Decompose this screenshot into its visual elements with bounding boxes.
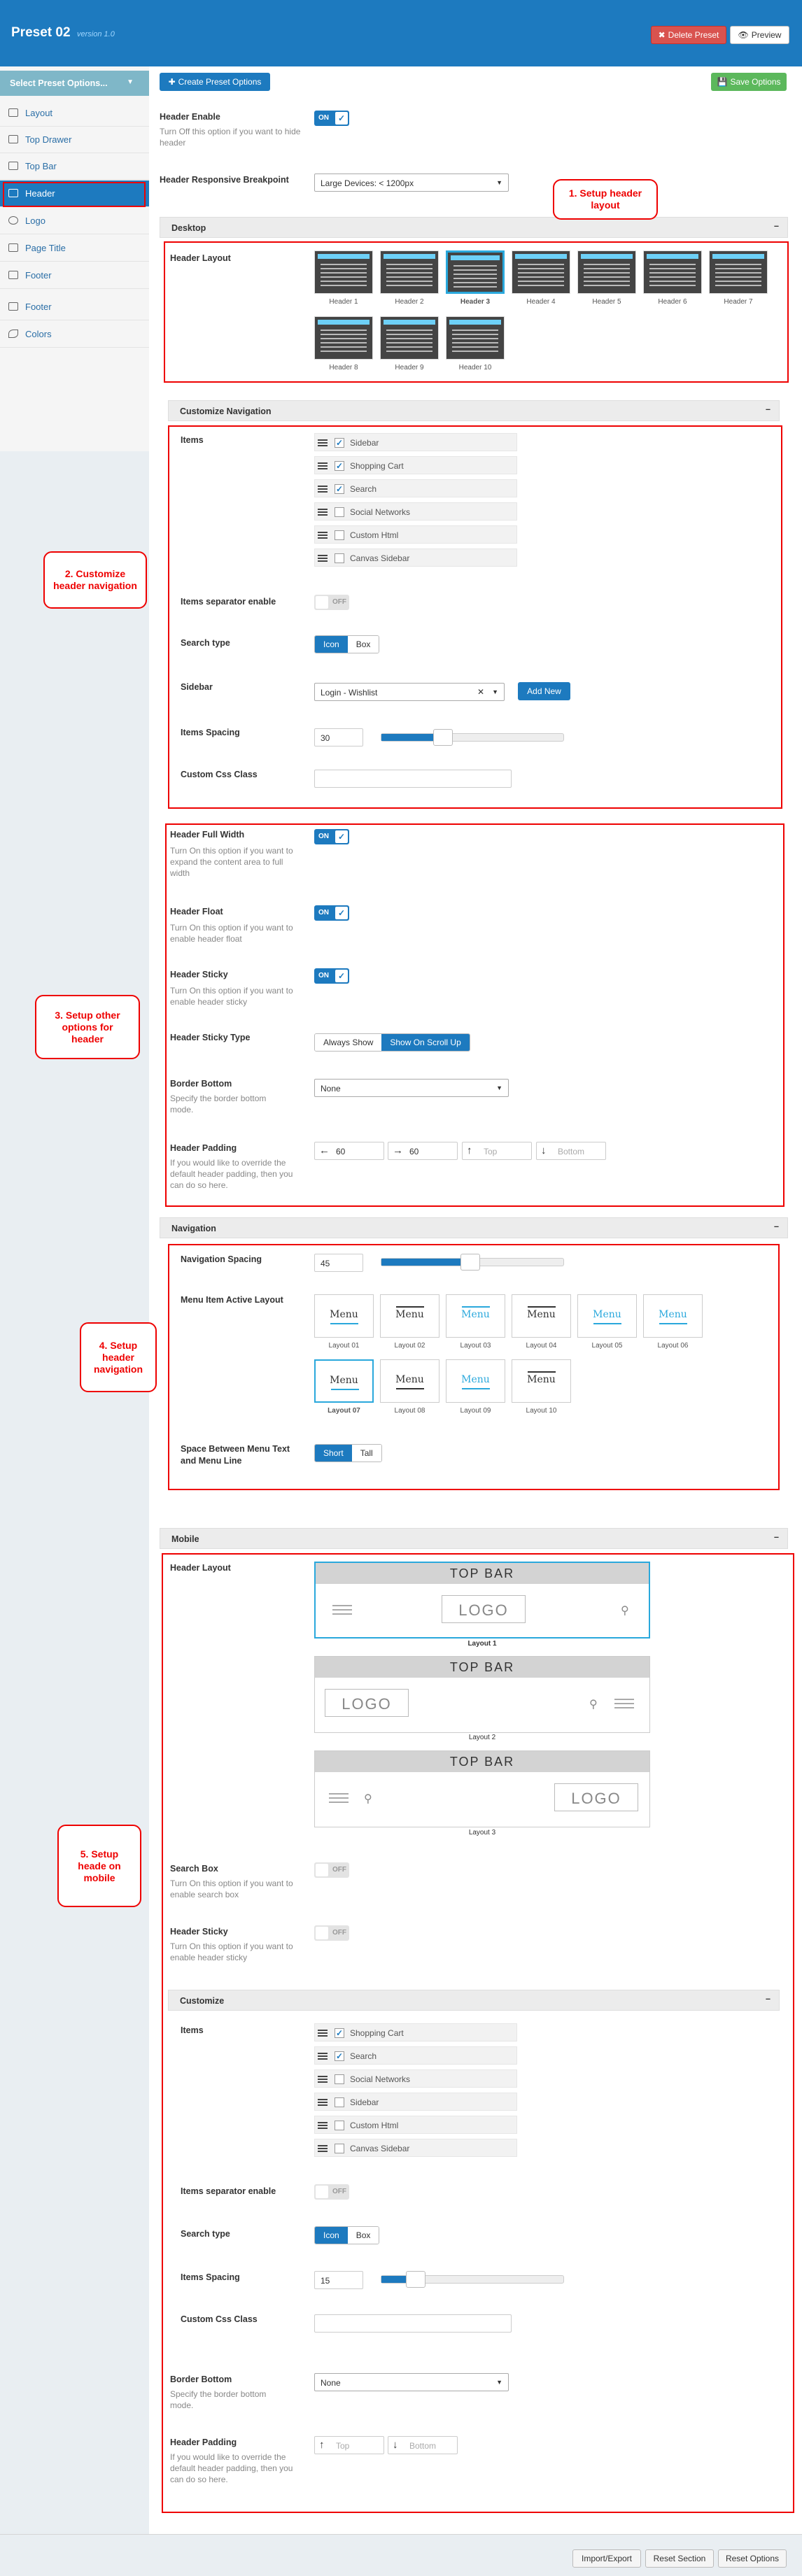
callout-setup-header-mobile: 5. Setup heade on mobile xyxy=(57,1825,141,1907)
sidebar-item-label: Footer xyxy=(25,270,52,281)
logo-icon xyxy=(8,216,18,225)
create-preset-label: Create Preset Options xyxy=(178,77,262,87)
callout-setup-header-navigation: 4. Setup header navigation xyxy=(80,1322,157,1392)
save-options-label: Save Options xyxy=(730,77,781,87)
brush-icon xyxy=(8,330,18,338)
callout-setup-header-layout: 1. Setup header layout xyxy=(553,179,658,220)
close-icon: ✖ xyxy=(658,30,666,40)
drawer-icon xyxy=(8,135,18,143)
desktop-panel-header[interactable]: Desktop – xyxy=(160,217,788,238)
sidebar-item-label: Footer xyxy=(25,302,52,312)
sidebar-item-footer[interactable]: Footer xyxy=(0,262,149,289)
plus-icon: ✚ xyxy=(168,77,176,87)
callout-customize-header-navigation: 2. Customize header navigation xyxy=(43,551,147,609)
app-root: Preset 02 version 1.0 ✖ Delete Preset 👁 Pr… xyxy=(0,0,802,2576)
header-enable-toggle[interactable]: ON ✓ xyxy=(314,111,349,126)
sidebar-item-footer-2[interactable]: Footer xyxy=(0,294,149,320)
collapse-icon: – xyxy=(774,1222,779,1231)
eye-icon: 👁 xyxy=(738,30,749,40)
collapse-icon: – xyxy=(774,221,779,231)
toggle-state: ON xyxy=(318,114,329,122)
sidebar-item-layout[interactable]: Layout xyxy=(0,100,149,127)
breakpoint-value: Large Devices: < 1200px xyxy=(321,178,414,188)
caret-down-icon: ▼ xyxy=(127,78,134,86)
save-icon: 💾 xyxy=(717,77,728,87)
preview-button[interactable]: 👁 Preview xyxy=(730,26,789,44)
sidebar-item-logo[interactable]: Logo xyxy=(0,208,149,234)
annotation-box-sidebar xyxy=(3,182,146,207)
annotation-box-desktop xyxy=(164,241,789,383)
reset-options-button[interactable]: Reset Options xyxy=(718,2549,787,2568)
sidebar-item-page-title[interactable]: Page Title xyxy=(0,235,149,262)
sidebar-item-label: Top Drawer xyxy=(25,134,72,145)
breakpoint-label: Header Responsive Breakpoint xyxy=(160,175,289,185)
sidebar-item-label: Colors xyxy=(25,329,52,339)
sidebar-item-label: Top Bar xyxy=(25,161,57,171)
sidebar-item-label: Layout xyxy=(25,108,53,118)
select-preset-options[interactable]: Select Preset Options... ▼ xyxy=(0,71,149,96)
breakpoint-select[interactable]: Large Devices: < 1200px ▼ xyxy=(314,174,509,192)
reset-section-button[interactable]: Reset Section xyxy=(645,2549,714,2568)
top-header: Preset 02 version 1.0 ✖ Delete Preset 👁 Pr… xyxy=(0,0,802,66)
annotation-box-options xyxy=(165,823,785,1207)
delete-preset-button[interactable]: ✖ Delete Preset xyxy=(651,26,726,44)
save-options-button[interactable]: 💾 Save Options xyxy=(711,73,787,91)
navigation-title: Navigation xyxy=(171,1224,216,1233)
sidebar-item-top-drawer[interactable]: Top Drawer xyxy=(0,127,149,153)
page-title-icon xyxy=(8,243,18,252)
customize-navigation-panel-header[interactable]: Customize Navigation – xyxy=(168,400,780,421)
sidebar-item-colors[interactable]: Colors xyxy=(0,321,149,348)
header-enable-label: Header Enable xyxy=(160,112,220,122)
annotation-box-menu xyxy=(168,1244,780,1490)
navigation-panel-header[interactable]: Navigation – xyxy=(160,1217,788,1238)
layout-icon xyxy=(8,108,18,117)
preview-label: Preview xyxy=(751,30,782,40)
footer-icon xyxy=(8,271,18,279)
select-preset-label: Select Preset Options... xyxy=(10,78,108,88)
page-title: Preset 02 xyxy=(11,25,71,40)
annotation-box-navigation xyxy=(168,425,782,809)
footer-icon xyxy=(8,302,18,311)
delete-preset-label: Delete Preset xyxy=(668,30,719,40)
caret-down-icon: ▼ xyxy=(496,179,502,186)
mobile-panel-header[interactable]: Mobile – xyxy=(160,1528,788,1549)
collapse-icon: – xyxy=(766,404,771,414)
sidebar-item-label: Page Title xyxy=(25,243,66,253)
annotation-box-mobile xyxy=(162,1553,794,2513)
header-enable-desc: Turn Off this option if you want to hide… xyxy=(160,127,301,148)
mobile-title: Mobile xyxy=(171,1534,199,1544)
collapse-icon: – xyxy=(774,1532,779,1542)
version-label: version 1.0 xyxy=(77,30,115,38)
check-icon: ✓ xyxy=(335,112,348,125)
desktop-title: Desktop xyxy=(171,223,206,233)
customize-navigation-title: Customize Navigation xyxy=(180,406,272,416)
top-bar-icon xyxy=(8,162,18,170)
sidebar-item-label: Logo xyxy=(25,215,45,226)
import-export-button[interactable]: Import/Export xyxy=(572,2549,641,2568)
sidebar-item-top-bar[interactable]: Top Bar xyxy=(0,153,149,180)
callout-setup-other-options: 3. Setup other options for header xyxy=(35,995,140,1059)
create-preset-options-button[interactable]: ✚ Create Preset Options xyxy=(160,73,270,91)
